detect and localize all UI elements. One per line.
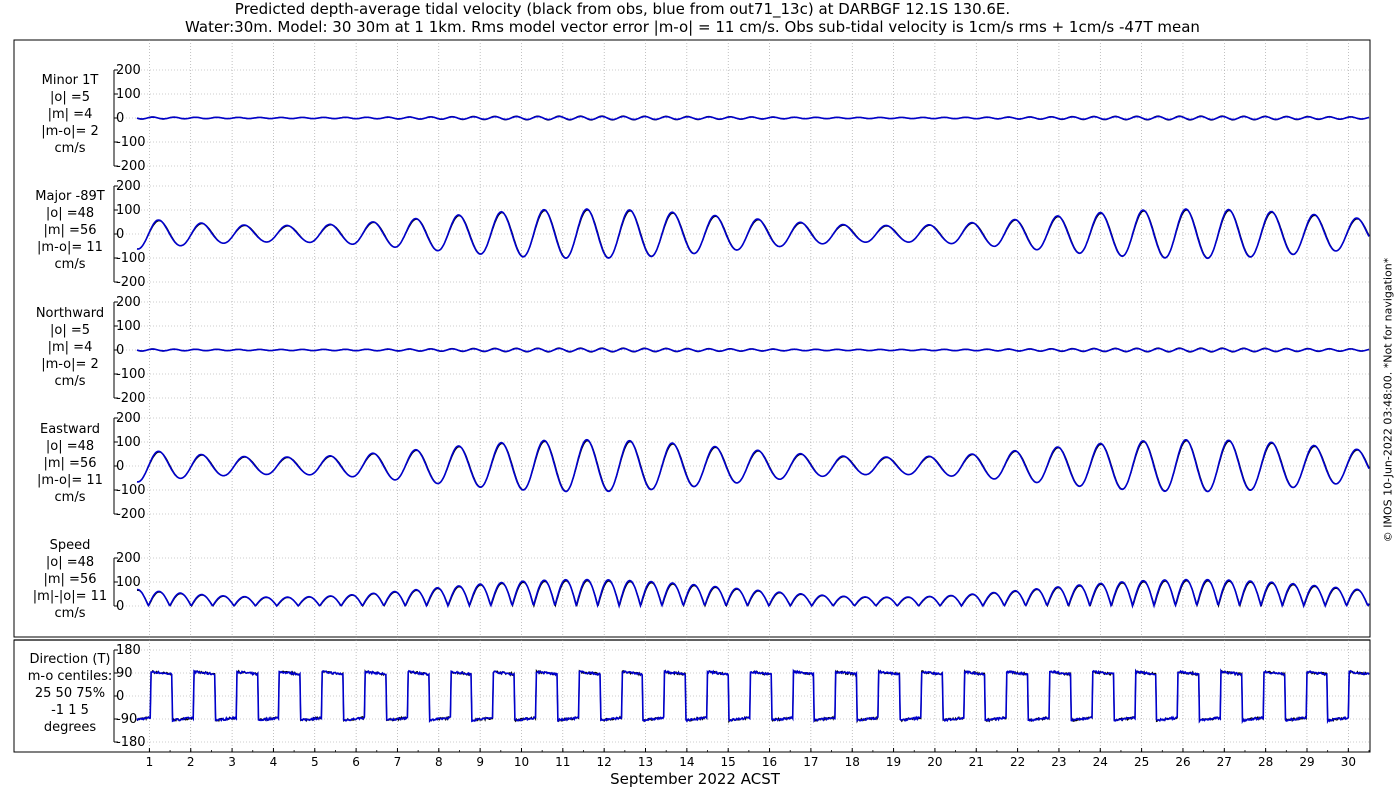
x-tick-label: 17 — [803, 755, 818, 769]
x-tick-label: 8 — [435, 755, 443, 769]
east-label-line: Eastward — [40, 422, 100, 437]
x-tick-label: 6 — [352, 755, 360, 769]
north-y-tick-label: 200 — [116, 295, 141, 310]
x-tick-label: 4 — [270, 755, 278, 769]
speed-model-series — [137, 578, 1370, 609]
dir-y-tick-label: 90 — [116, 666, 133, 681]
north-y-tick-label: 0 — [116, 343, 124, 358]
x-tick-label: 14 — [679, 755, 694, 769]
east-y-tick-label: -100 — [116, 483, 146, 498]
x-tick-label: 21 — [969, 755, 984, 769]
major-y-tick-label: 200 — [116, 179, 141, 194]
east-y-tick-label: 200 — [116, 411, 141, 426]
minor-y-tick-label: 0 — [116, 111, 124, 126]
dir-y-tick-label: -180 — [116, 735, 146, 750]
x-tick-label: 12 — [597, 755, 612, 769]
east-y-tick-label: 100 — [116, 435, 141, 450]
x-tick-label: 30 — [1341, 755, 1356, 769]
major-model-series — [136, 208, 1370, 260]
speed-label-line: |m|-|o|= 11 — [33, 589, 107, 604]
copyright-note: © IMOS 10-Jun-2022 03:48:00. *Not for na… — [1381, 257, 1395, 543]
dir-label-line: Direction (T) — [30, 652, 111, 667]
x-tick-label: 7 — [394, 755, 402, 769]
major-y-tick-label: 100 — [116, 203, 141, 218]
dir-label-line: m-o centiles: — [28, 669, 113, 684]
speed-label-line: Speed — [50, 538, 91, 553]
north-y-tick-label: -100 — [116, 367, 146, 382]
upper-frame — [13, 39, 1371, 638]
tidal-velocity-chart: 1 2 3 4 5 6 7 8 9 10 11 12 13 14 15 16 17 18 19 20 21 22 23 24 2… — [13, 39, 1371, 788]
speed-label-line: |o| =48 — [46, 555, 94, 570]
dir-y-tick-label: -90 — [116, 712, 137, 727]
x-tick-label: 1 — [146, 755, 154, 769]
north-y-tick-label: -200 — [116, 391, 146, 406]
north-y-tick-label: 100 — [116, 319, 141, 334]
east-label-line: |o| =48 — [46, 439, 94, 454]
north-label-line: |m| =4 — [48, 340, 93, 355]
dir-y-tick-label: 180 — [116, 643, 141, 658]
x-tick-label: 28 — [1258, 755, 1273, 769]
x-tick-label: 13 — [638, 755, 653, 769]
x-tick-label: 26 — [1175, 755, 1190, 769]
minor-label-line: |m-o|= 2 — [41, 124, 99, 139]
x-tick-label: 29 — [1299, 755, 1314, 769]
x-tick-label: 25 — [1134, 755, 1149, 769]
x-tick-label: 24 — [1093, 755, 1108, 769]
speed-y-tick-label: 100 — [116, 575, 141, 590]
x-tick-label: 2 — [187, 755, 195, 769]
minor-label-line: |m| =4 — [48, 107, 93, 122]
minor-y-tick-label: -100 — [116, 135, 146, 150]
east-label-line: cm/s — [55, 490, 86, 505]
minor-label-line: cm/s — [55, 141, 86, 156]
x-tick-label: 5 — [311, 755, 319, 769]
x-tick-label: 15 — [721, 755, 736, 769]
x-tick-label: 11 — [555, 755, 570, 769]
speed-label-line: cm/s — [55, 606, 86, 621]
x-tick-label: 3 — [228, 755, 236, 769]
x-tick-label: 27 — [1217, 755, 1232, 769]
east-y-tick-label: 0 — [116, 459, 124, 474]
speed-label-line: |m| =56 — [44, 572, 97, 587]
east-label-line: |m-o|= 11 — [37, 473, 103, 488]
speed-y-tick-label: 200 — [116, 551, 141, 566]
north-label-line: Northward — [36, 306, 104, 321]
major-label-line: |m-o|= 11 — [37, 240, 103, 255]
x-tick-label: 22 — [1010, 755, 1025, 769]
north-label-line: |m-o|= 2 — [41, 357, 99, 372]
major-label-line: |o| =48 — [46, 206, 94, 221]
dir-label-line: degrees — [44, 720, 97, 735]
north-label-line: cm/s — [55, 374, 86, 389]
north-label-line: |o| =5 — [50, 323, 90, 338]
major-label-line: |m| =56 — [44, 223, 97, 238]
major-y-tick-label: -100 — [116, 251, 146, 266]
east-label-line: |m| =56 — [44, 456, 97, 471]
minor-label-line: |o| =5 — [50, 90, 90, 105]
x-axis-label: September 2022 ACST — [610, 770, 781, 788]
x-tick-label: 23 — [1051, 755, 1066, 769]
major-y-tick-label: -200 — [116, 275, 146, 290]
minor-label-line: Minor 1T — [42, 73, 99, 88]
major-label-line: cm/s — [55, 257, 86, 272]
minor-y-tick-label: 200 — [116, 63, 141, 78]
dir-label-line: 25 50 75% — [35, 686, 105, 701]
east-model-series — [136, 438, 1370, 493]
x-tick-label: 10 — [514, 755, 529, 769]
x-tick-label: 16 — [762, 755, 777, 769]
major-y-tick-label: 0 — [116, 227, 124, 242]
x-tick-label: 20 — [927, 755, 942, 769]
dir-label-line: -1 1 5 — [51, 703, 89, 718]
east-y-tick-label: -200 — [116, 507, 146, 522]
x-tick-label: 19 — [886, 755, 901, 769]
x-tick-label: 18 — [845, 755, 860, 769]
minor-y-tick-label: 100 — [116, 87, 141, 102]
x-tick-label: 9 — [476, 755, 484, 769]
minor-y-tick-label: -200 — [116, 159, 146, 174]
dir-y-tick-label: 0 — [116, 689, 124, 704]
speed-y-tick-label: 0 — [116, 599, 124, 614]
lower-frame — [13, 639, 1371, 753]
major-label-line: Major -89T — [35, 189, 104, 204]
